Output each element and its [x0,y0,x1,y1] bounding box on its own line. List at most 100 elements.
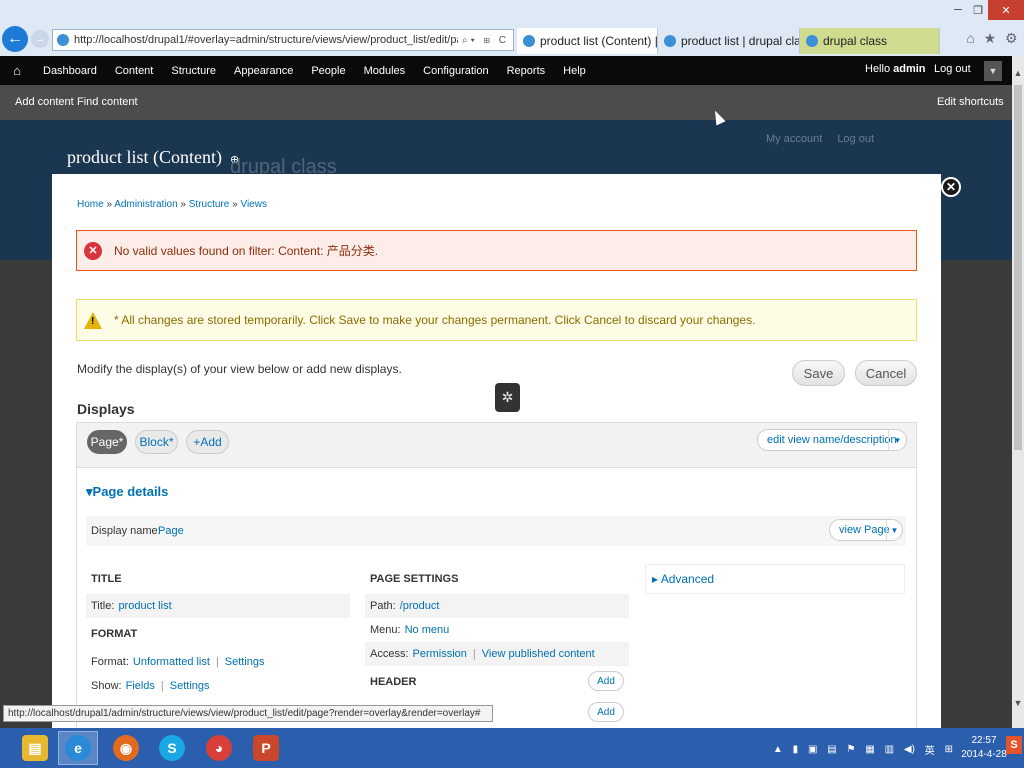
minimize-button[interactable]: ─ [948,0,968,20]
file-explorer-glyph: ▤ [22,735,48,761]
toolbar-help[interactable]: Help [554,65,595,77]
toolbar-structure[interactable]: Structure [162,65,225,77]
admin-toolbar: ⌂ Dashboard Content Structure Appearance… [0,56,1012,85]
maximize-button[interactable]: ❐ [968,0,988,20]
input-language-icon[interactable]: 英 [925,742,935,757]
toolbar-people[interactable]: People [302,65,354,77]
tab-label: product list (Content) | ... [540,34,658,48]
add-display-button[interactable]: +Add [186,430,229,454]
username-link[interactable]: admin [893,63,925,75]
access-value-link[interactable]: Permission [413,648,467,660]
tab-label: product list | drupal class [681,34,800,48]
site-user-links: My account Log out [766,133,886,145]
scrollbar-thumb[interactable] [1014,85,1022,450]
tray-app-icon[interactable]: ▤ [827,744,836,755]
menu-row: Menu: No menu [365,618,629,642]
edit-view-name-button[interactable]: edit view name/description ▼ [757,429,907,451]
address-bar[interactable]: http://localhost/drupal1/#overlay=admin/… [52,29,514,51]
breadcrumb-administration[interactable]: Administration [114,199,177,210]
title-value-link[interactable]: product list [118,600,171,612]
close-overlay-icon[interactable]: ✕ [941,177,961,197]
logout-link[interactable]: Log out [934,63,971,75]
show-hidden-icons-icon[interactable]: ▲ [773,744,783,755]
view-page-button[interactable]: view Page ▼ [829,519,903,541]
scroll-up-icon[interactable]: ▲ [1012,68,1024,82]
browser-tab[interactable]: drupal class [800,28,940,54]
shortcut-find-content[interactable]: Find content [77,96,138,108]
home-icon[interactable]: ⌂ [966,30,974,50]
powerpoint-icon[interactable]: P [246,731,286,765]
tab-label: drupal class [823,34,888,48]
chevron-down-icon[interactable]: ▼ [886,520,902,540]
keyboard-icon[interactable]: ⊞ [945,744,953,755]
skype-glyph: S [159,735,185,761]
toolbar-toggle-icon[interactable]: ▼ [984,61,1002,81]
volume-icon[interactable]: ◀) [904,744,915,755]
display-tab-block[interactable]: Block* [135,430,178,454]
address-url[interactable]: http://localhost/drupal1/#overlay=admin/… [74,34,458,46]
network-icon[interactable]: ▥ [885,744,894,755]
browser-tab[interactable]: product list | drupal class [658,28,800,54]
internet-explorer-icon[interactable]: e [58,731,98,765]
close-window-button[interactable]: ✕ [988,0,1024,20]
skype-icon[interactable]: S [152,731,192,765]
display-name-link[interactable]: Page [158,525,184,537]
access-permission-link[interactable]: View published content [482,648,595,660]
settings-gear-icon[interactable]: ⚙ [1005,30,1018,50]
title-row: Title: product list [86,594,350,618]
show-label: Show: [91,680,122,692]
advanced-toggle[interactable]: ▸ Advanced [645,564,905,594]
breadcrumb-views[interactable]: Views [240,199,267,210]
cancel-button[interactable]: Cancel [855,360,917,386]
modify-description: Modify the display(s) of your view below… [77,362,402,376]
shortcut-add-content[interactable]: Add content [15,96,74,108]
page-details-toggle[interactable]: ▾Page details [86,484,168,500]
add-button[interactable]: Add [588,702,624,722]
chevron-down-icon[interactable]: ▼ [888,430,906,450]
toolbar-modules[interactable]: Modules [355,65,415,77]
my-account-link[interactable]: My account [766,133,822,145]
clock-time: 22:57 [971,735,997,746]
path-value-link[interactable]: /product [400,600,440,612]
back-button[interactable]: ← [2,26,28,52]
format-value-link[interactable]: Unformatted list [133,656,210,668]
toolbar-appearance[interactable]: Appearance [225,65,302,77]
loading-spinner-icon: ✲ [495,383,520,412]
menu-label: Menu: [370,624,401,636]
file-explorer-icon[interactable]: ▤ [15,731,55,765]
address-tools-icon[interactable]: ⌕▾ ⊞ C [458,35,513,46]
chrome-icon[interactable]: ◕ [199,731,239,765]
tray-app-icon[interactable]: ▦ [865,744,874,755]
display-name-label: Display name: [91,525,161,537]
firefox-icon[interactable]: ◉ [106,731,146,765]
toolbar-reports[interactable]: Reports [498,65,555,77]
show-value-link[interactable]: Fields [126,680,155,692]
browser-tab-active[interactable]: product list (Content) | ... ✕ [517,28,658,54]
toolbar-configuration[interactable]: Configuration [414,65,497,77]
battery-icon[interactable]: ▮ [793,744,799,755]
tray-app-icon[interactable]: ▣ [808,744,817,755]
menu-value-link[interactable]: No menu [405,624,450,636]
home-icon[interactable]: ⌂ [0,63,34,78]
title-label: Title: [91,600,115,612]
error-message: ✕ No valid values found on filter: Conte… [76,230,917,271]
display-tab-page[interactable]: Page* [87,430,127,454]
toolbar-dashboard[interactable]: Dashboard [34,65,106,77]
action-center-flag-icon[interactable]: ⚑ [847,744,856,755]
header-add-button[interactable]: Add [588,671,624,691]
favorites-icon[interactable]: ★ [984,30,997,50]
breadcrumb-home[interactable]: Home [77,199,104,210]
taskbar-clock[interactable]: 22:57 2014-4-28 [958,734,1010,764]
breadcrumb-sep: » [229,199,241,210]
breadcrumb-structure[interactable]: Structure [189,199,230,210]
ime-icon[interactable]: S [1006,736,1022,754]
site-logout-link[interactable]: Log out [837,133,874,145]
format-settings-link[interactable]: Settings [225,656,265,668]
edit-shortcuts-link[interactable]: Edit shortcuts [937,96,1004,108]
show-settings-link[interactable]: Settings [170,680,210,692]
warning-text: * All changes are stored temporarily. Cl… [114,313,756,327]
toolbar-content[interactable]: Content [106,65,163,77]
forward-button[interactable]: → [31,30,49,48]
scroll-down-icon[interactable]: ▼ [1012,698,1024,712]
save-button[interactable]: Save [792,360,845,386]
